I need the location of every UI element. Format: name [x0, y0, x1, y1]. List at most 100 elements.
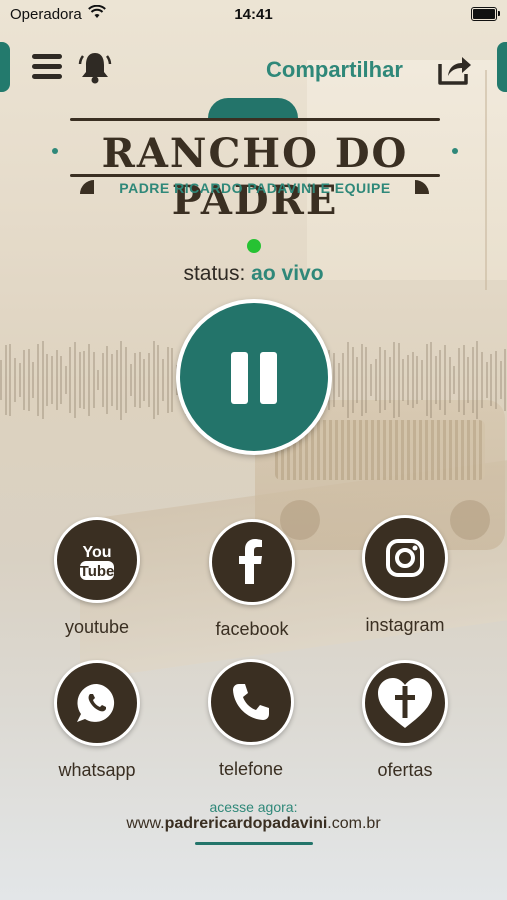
waveform-bar [476, 341, 479, 419]
waveform-bar [379, 346, 382, 414]
waveform-bar [111, 354, 113, 406]
waveform-bar [148, 353, 150, 407]
status-label: status: [183, 262, 246, 285]
facebook-icon [239, 539, 262, 584]
logo-subtitle: PADRE RICARDO PADAVINI E EQUIPE [119, 180, 391, 196]
waveform-bar [494, 350, 497, 410]
waveform-bar [92, 352, 95, 408]
whatsapp-label: whatsapp [58, 760, 136, 780]
instagram-button[interactable] [362, 515, 448, 601]
waveform-bar [97, 370, 100, 390]
waveform-bar [106, 345, 109, 415]
clock: 14:41 [234, 6, 273, 23]
status-bar: Operadora 14:41 [0, 0, 507, 28]
waveform-bar [471, 347, 474, 413]
waveform-bar [504, 348, 507, 412]
waveform-bar [407, 355, 409, 405]
waveform-bar [411, 351, 414, 409]
waveform-bar [115, 350, 118, 410]
waveform-bar [83, 351, 86, 409]
waveform-bar [448, 357, 451, 403]
waveform-bar [383, 350, 386, 410]
waveform-bar [64, 366, 67, 394]
waveform-bar [337, 363, 340, 397]
website-link[interactable]: www.padrericardopadavini.com.br [0, 815, 507, 833]
right-drawer-tab[interactable] [497, 42, 507, 92]
svg-text:Tube: Tube [80, 563, 115, 580]
waveform-bar [420, 360, 423, 400]
waveform-bar [453, 366, 456, 394]
whatsapp-link[interactable]: whatsapp [37, 660, 157, 781]
waveform-bar [444, 345, 446, 415]
youtube-link[interactable]: You Tube youtube [37, 517, 157, 638]
live-indicator [247, 239, 261, 253]
waveform-bar [143, 359, 146, 401]
waveform-bar [23, 349, 26, 411]
notification-bell-icon[interactable] [78, 48, 112, 84]
youtube-label: youtube [64, 617, 130, 637]
share-icon[interactable] [436, 52, 472, 86]
waveform-bar [374, 358, 377, 402]
stream-status: status: ao vivo [0, 262, 507, 286]
waveform-bar [490, 353, 493, 407]
menu-button[interactable] [32, 50, 64, 82]
instagram-link[interactable]: instagram [345, 515, 465, 636]
waveform-bar [171, 348, 174, 412]
facebook-link[interactable]: facebook [192, 519, 312, 640]
waveform-bar [397, 342, 400, 418]
waveform-bar [342, 352, 345, 408]
pause-button[interactable] [176, 299, 332, 455]
waveform-bar [439, 349, 442, 411]
waveform-bar [365, 346, 368, 414]
waveform-bar [0, 360, 2, 400]
youtube-button[interactable]: You Tube [54, 517, 140, 603]
waveform-bar [74, 341, 76, 419]
waveform-bar [161, 359, 164, 401]
waveform-bar [388, 356, 391, 404]
pause-icon [231, 352, 248, 404]
offers-button[interactable] [362, 660, 448, 746]
waveform-bar [370, 364, 372, 396]
waveform-bar [124, 347, 127, 413]
waveform-bar [434, 355, 437, 405]
phone-label: telefone [218, 759, 284, 779]
left-drawer-tab[interactable] [0, 42, 10, 92]
waveform-bar [13, 358, 16, 402]
waveform-bar [393, 342, 396, 418]
waveform-bar [32, 361, 35, 399]
waveform-bar [78, 352, 81, 408]
waveform-bar [18, 362, 21, 398]
footer-underline [195, 842, 313, 845]
logo-title: RANCHO DO PADRE [101, 130, 409, 224]
waveform-bar [152, 341, 155, 419]
facebook-label: facebook [215, 619, 289, 639]
waveform-bar [50, 355, 53, 405]
logo-arch [208, 98, 298, 118]
waveform-bar [416, 356, 419, 404]
waveform-bar [9, 343, 12, 417]
waveform-bar [166, 346, 169, 414]
instagram-icon [386, 539, 424, 577]
waveform-bar [430, 342, 433, 418]
waveform-bar [499, 360, 502, 400]
waveform-bar [351, 347, 354, 413]
waveform-bar [157, 345, 160, 415]
phone-link[interactable]: telefone [191, 659, 311, 780]
waveform-bar [360, 344, 363, 416]
waveform-bar [41, 340, 44, 420]
waveform-bar [138, 352, 141, 408]
battery-icon [471, 7, 500, 21]
share-button[interactable]: Compartilhar [266, 57, 403, 83]
offers-link[interactable]: ofertas [345, 660, 465, 781]
waveform-bar [467, 356, 470, 404]
waveform-bar [46, 353, 49, 407]
website-prefix: www. [126, 815, 165, 832]
phone-button[interactable] [208, 659, 294, 745]
logo-top-rule [70, 118, 440, 121]
offers-label: ofertas [377, 760, 433, 780]
waveform-bar [485, 362, 488, 398]
facebook-button[interactable] [209, 519, 295, 605]
waveform-bar [87, 343, 90, 417]
phone-icon [233, 684, 269, 720]
whatsapp-button[interactable] [54, 660, 140, 746]
